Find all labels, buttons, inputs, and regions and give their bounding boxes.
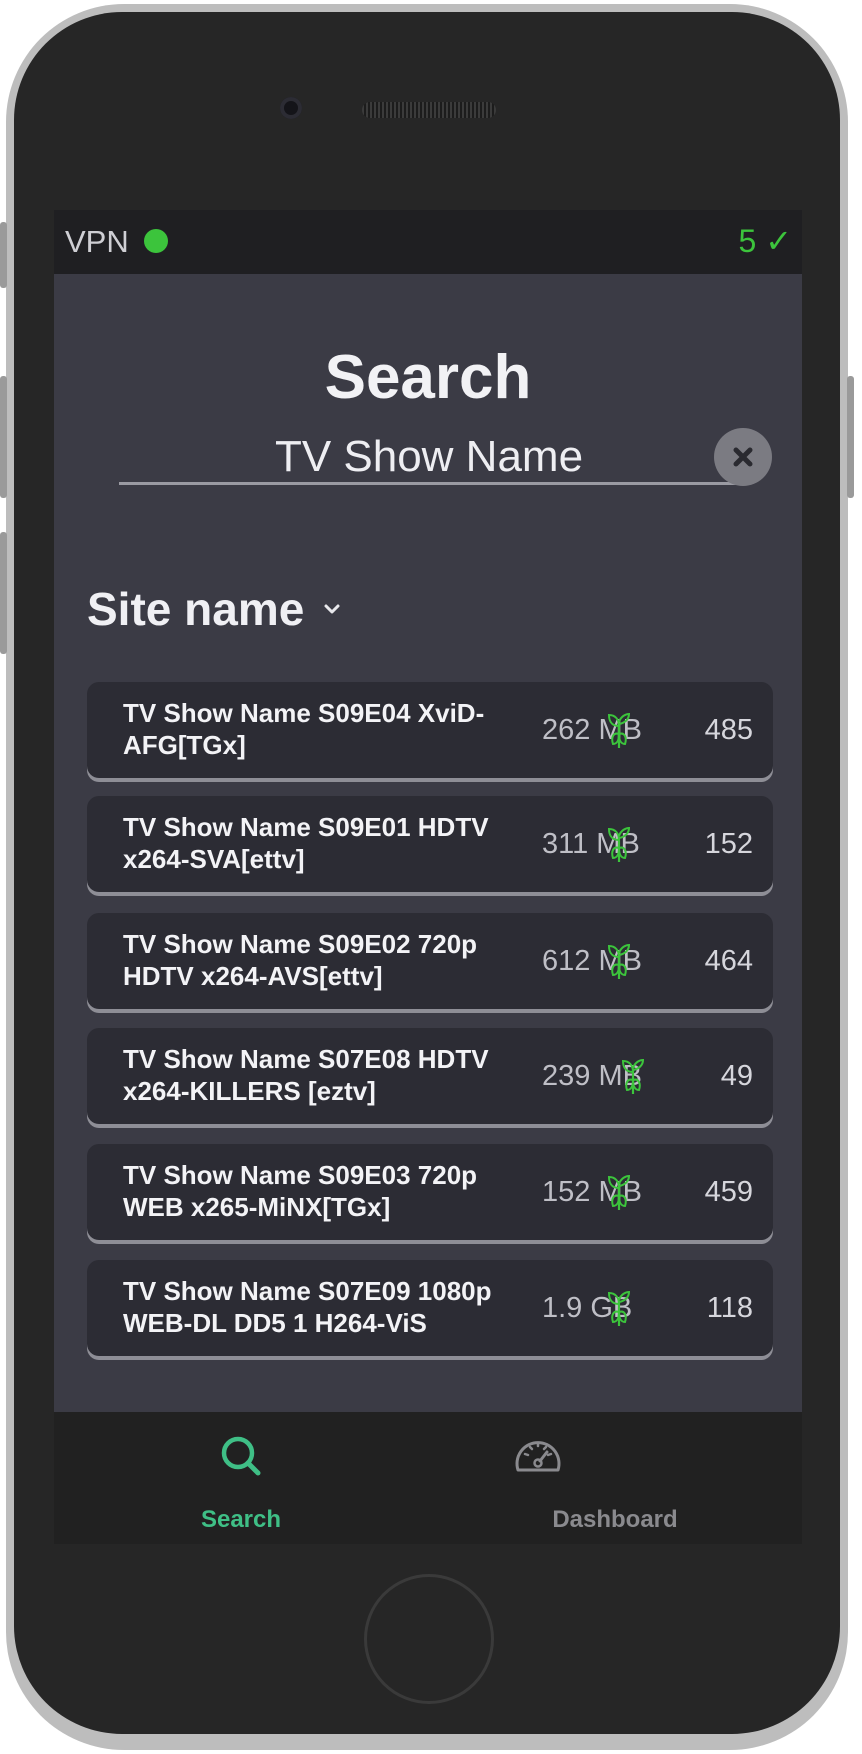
result-name: TV Show Name S09E02 720p HDTV x264-AVS[e… — [123, 929, 478, 991]
search-icon — [221, 1436, 261, 1476]
tab-search-label: Search — [200, 1506, 282, 1533]
tab-dashboard-label: Dashboard — [552, 1506, 678, 1533]
power-button — [847, 376, 854, 498]
result-name: TV Show Name S07E09 1080p WEB-DL DD5 1 H… — [123, 1276, 492, 1338]
seedling-icon — [607, 826, 631, 862]
result-row[interactable]: TV Show Name S09E01 HDTV x264-SVA[ettv] 3… — [87, 796, 773, 892]
site-selector[interactable]: Site name — [87, 582, 342, 636]
front-camera — [280, 97, 302, 119]
result-name: TV Show Name S09E01 HDTV x264-SVA[ettv] — [123, 812, 489, 874]
vpn-label: VPN — [65, 224, 129, 259]
seedling-icon — [607, 1290, 631, 1326]
earpiece-speaker — [362, 102, 496, 118]
seedling-icon — [621, 1058, 645, 1094]
search-input[interactable] — [119, 432, 739, 485]
result-row[interactable]: TV Show Name S09E03 720p WEB x265-MiNX[T… — [87, 1144, 773, 1240]
seed-count: 459 — [704, 1176, 753, 1208]
seed-count: 152 — [704, 828, 753, 860]
result-name: TV Show Name S09E03 720p WEB x265-MiNX[T… — [123, 1160, 478, 1222]
page-title: Search — [324, 343, 532, 412]
seedling-icon — [607, 1174, 631, 1210]
status-bar: VPN 5 ✓ — [54, 210, 802, 274]
completed-count: 5 ✓ — [738, 223, 793, 259]
seedling-icon — [607, 712, 631, 748]
result-name: TV Show Name S07E08 HDTV x264-KILLERS [e… — [123, 1044, 489, 1106]
home-button[interactable] — [364, 1574, 494, 1704]
result-row[interactable]: TV Show Name S07E08 HDTV x264-KILLERS [e… — [87, 1028, 773, 1124]
seed-count: 464 — [704, 945, 753, 977]
tab-dashboard[interactable]: Dashboard — [428, 1412, 802, 1544]
clear-search-button[interactable] — [714, 428, 772, 486]
volume-down-button — [0, 532, 7, 654]
speedometer-icon — [515, 1441, 561, 1472]
result-row[interactable]: TV Show Name S07E09 1080p WEB-DL DD5 1 H… — [87, 1260, 773, 1356]
app-screen: VPN 5 ✓ Search Site name TV Show Name S0… — [54, 210, 802, 1544]
tab-search[interactable]: Search — [54, 1412, 428, 1544]
close-icon — [733, 447, 753, 467]
chevron-down-icon — [324, 604, 340, 614]
vpn-status-indicator — [144, 229, 168, 253]
seedling-icon — [607, 943, 631, 979]
seed-count: 485 — [704, 714, 753, 746]
volume-up-button — [0, 376, 7, 498]
result-name: TV Show Name S09E04 XviD-AFG[TGx] — [123, 698, 485, 760]
result-row[interactable]: TV Show Name S09E04 XviD-AFG[TGx] 262 MB 4… — [87, 682, 773, 778]
seed-count: 49 — [720, 1060, 753, 1092]
seed-count: 118 — [706, 1292, 753, 1324]
tab-bar: Search Dashboard — [54, 1412, 802, 1544]
mute-switch — [0, 222, 7, 288]
site-name-label: Site name — [87, 583, 305, 635]
result-row[interactable]: TV Show Name S09E02 720p HDTV x264-AVS[e… — [87, 913, 773, 1009]
